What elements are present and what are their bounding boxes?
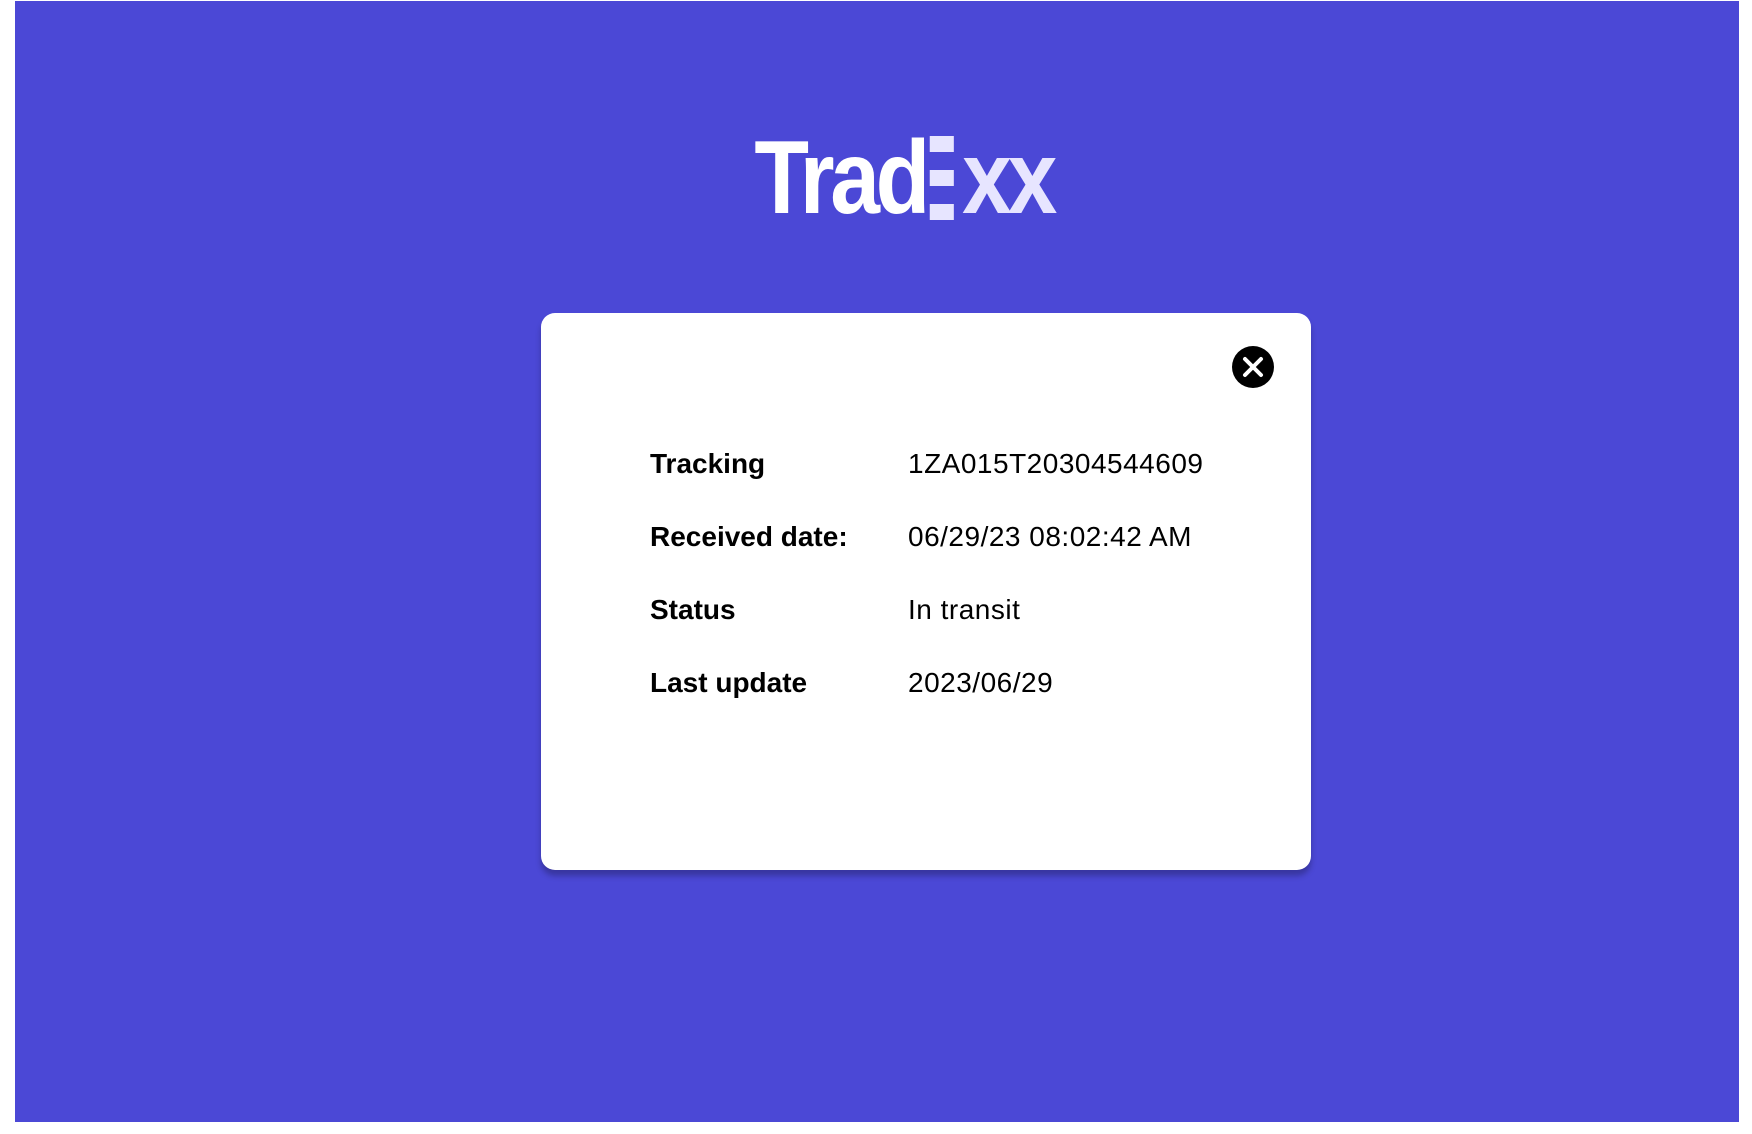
logo-prefix: Trad: [754, 120, 931, 236]
logo-wordmark: Trad xx: [754, 120, 1058, 236]
tracking-label: Tracking: [650, 448, 766, 479]
tradexx-logo: Trad xx: [754, 120, 1058, 236]
status-row: Status In transit: [650, 594, 1210, 667]
page-background: Trad xx Tracking 1ZA015T20304544609 Rece…: [15, 1, 1739, 1122]
received-date-row: Received date: 06/29/23 08:02:42 AM: [650, 521, 1210, 594]
last-update-label: Last update: [650, 667, 808, 698]
stacked-bars-e-icon: [929, 136, 958, 220]
last-update-row: Last update 2023/06/29: [650, 667, 1210, 740]
close-icon: [1243, 357, 1263, 377]
close-button[interactable]: [1232, 346, 1274, 388]
tracking-row: Tracking 1ZA015T20304544609: [650, 448, 1210, 521]
logo-suffix: xx: [962, 120, 1057, 236]
received-date-value: 06/29/23 08:02:42 AM: [908, 521, 1192, 552]
tracking-number: 1ZA015T20304544609: [908, 448, 1204, 479]
received-date-label: Received date:: [650, 521, 848, 552]
tracking-info-list: Tracking 1ZA015T20304544609 Received dat…: [650, 448, 1210, 740]
last-update-value: 2023/06/29: [908, 667, 1054, 698]
status-value: In transit: [908, 594, 1021, 625]
status-label: Status: [650, 594, 736, 625]
tracking-details-dialog: Tracking 1ZA015T20304544609 Received dat…: [541, 313, 1311, 870]
